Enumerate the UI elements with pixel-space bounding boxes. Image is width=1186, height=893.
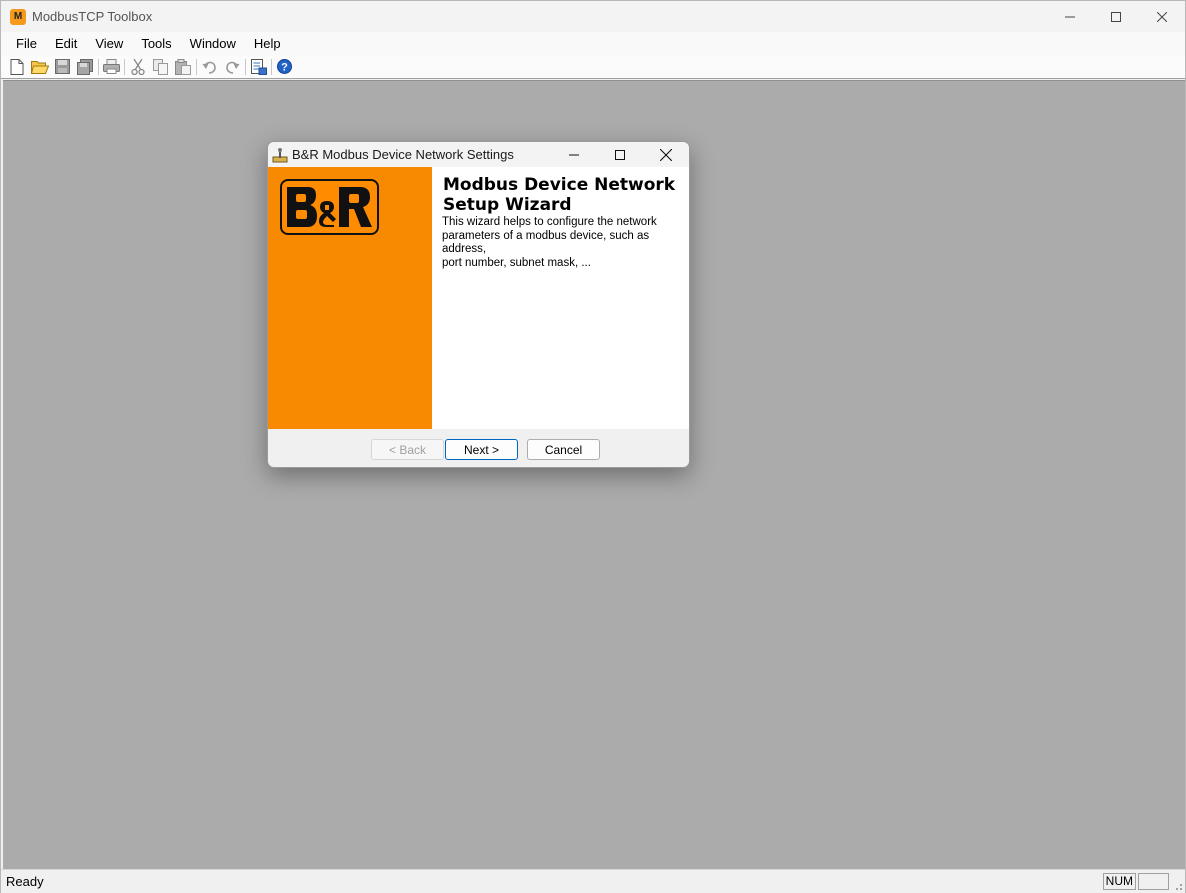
menu-bar: File Edit View Tools Window Help (1, 32, 1185, 55)
help-button[interactable]: ? (273, 56, 296, 78)
undo-button[interactable] (198, 56, 221, 78)
status-text: Ready (6, 874, 44, 889)
cut-button[interactable] (126, 56, 149, 78)
toolbar-separator (271, 58, 272, 75)
paste-button[interactable] (172, 56, 195, 78)
status-pane-empty (1138, 873, 1169, 890)
status-bar: Ready NUM (1, 869, 1185, 893)
toolbar: ? (1, 55, 1185, 79)
new-button[interactable] (5, 56, 28, 78)
br-logo (280, 179, 379, 235)
menu-view[interactable]: View (86, 32, 132, 55)
dialog-maximize-button[interactable] (597, 142, 643, 167)
copy-icon (152, 58, 168, 75)
svg-text:?: ? (281, 62, 288, 74)
cut-icon (130, 58, 145, 75)
save-all-icon (77, 58, 93, 75)
dialog-title-bar[interactable]: B&R Modbus Device Network Settings (268, 142, 689, 167)
title-bar: M ModbusTCP Toolbox (1, 1, 1185, 32)
wizard-side-panel (268, 167, 432, 429)
toolbar-separator (124, 58, 125, 75)
toolbar-separator (196, 58, 197, 75)
maximize-icon (615, 149, 625, 160)
wizard-dialog: B&R Modbus Device Network Settings Modbu… (267, 141, 690, 468)
wizard-content-panel: Modbus Device Network Setup Wizard This … (432, 167, 689, 429)
toolbar-separator (245, 58, 246, 75)
wizard-icon (250, 58, 267, 75)
dialog-minimize-button[interactable] (551, 142, 597, 167)
dialog-title: B&R Modbus Device Network Settings (292, 147, 514, 162)
redo-button[interactable] (221, 56, 244, 78)
undo-icon (202, 61, 216, 74)
minimize-icon (1065, 16, 1075, 17)
paste-icon (175, 58, 191, 75)
main-window: M ModbusTCP Toolbox File Edit View Tools… (0, 0, 1186, 893)
next-button[interactable]: Next > (445, 439, 518, 460)
menu-tools[interactable]: Tools (132, 32, 180, 55)
save-button[interactable] (51, 56, 74, 78)
close-button[interactable] (1139, 1, 1185, 32)
num-lock-indicator: NUM (1102, 873, 1136, 890)
wizard-button[interactable] (247, 56, 270, 78)
toolbar-separator (98, 58, 99, 75)
save-all-button[interactable] (74, 56, 97, 78)
maximize-button[interactable] (1093, 1, 1139, 32)
menu-window[interactable]: Window (181, 32, 245, 55)
save-icon (55, 59, 70, 74)
menu-help[interactable]: Help (245, 32, 290, 55)
close-icon (660, 148, 672, 161)
open-button[interactable] (28, 56, 51, 78)
open-icon (30, 61, 49, 74)
help-icon: ? (277, 59, 292, 74)
dialog-close-button[interactable] (643, 142, 689, 167)
resize-grip-icon[interactable] (1173, 881, 1183, 891)
menu-file[interactable]: File (7, 32, 46, 55)
redo-icon (226, 61, 240, 74)
minimize-icon (569, 154, 579, 155)
app-icon: M (10, 8, 26, 25)
copy-button[interactable] (149, 56, 172, 78)
print-icon (103, 59, 120, 74)
close-icon (1157, 11, 1167, 22)
new-icon (10, 58, 23, 75)
br-logo-graphic (287, 187, 372, 227)
dialog-body: Modbus Device Network Setup Wizard This … (268, 167, 689, 429)
minimize-button[interactable] (1047, 1, 1093, 32)
back-button[interactable]: < Back (371, 439, 444, 460)
print-button[interactable] (100, 56, 123, 78)
menu-edit[interactable]: Edit (46, 32, 86, 55)
window-title: ModbusTCP Toolbox (32, 9, 153, 24)
wizard-heading: Modbus Device Network Setup Wizard (443, 175, 676, 215)
network-settings-icon (272, 147, 288, 162)
cancel-button[interactable]: Cancel (527, 439, 600, 460)
maximize-icon (1111, 11, 1121, 22)
wizard-description: This wizard helps to configure the netwo… (442, 216, 657, 269)
